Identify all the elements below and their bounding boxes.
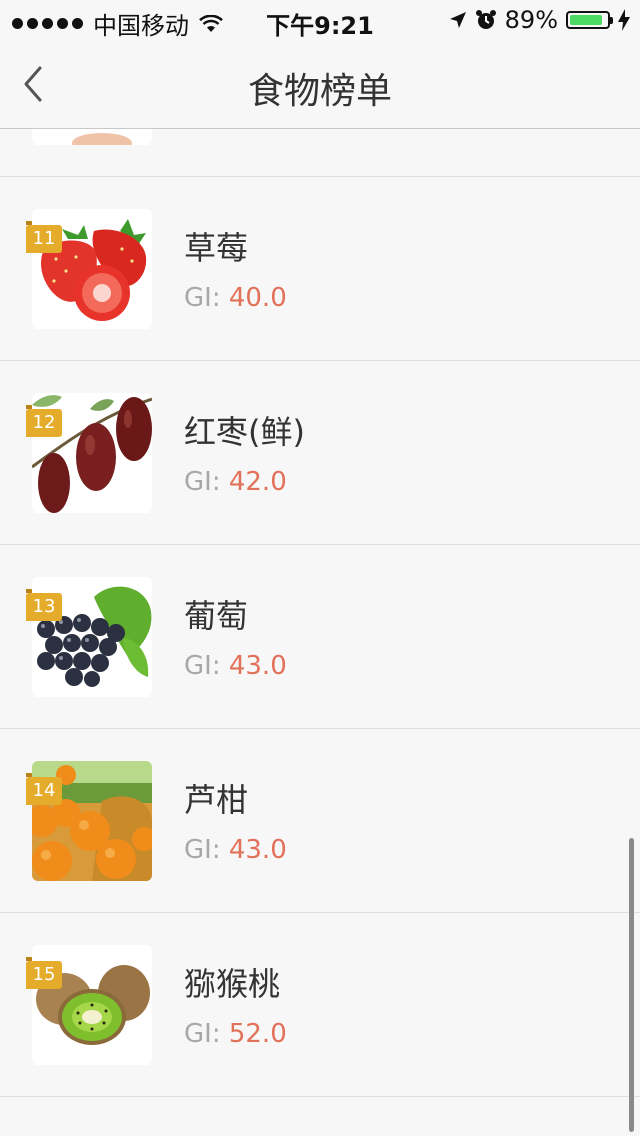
alarm-clock-icon [475,10,496,29]
food-name: 葡萄 [184,597,249,635]
food-name: 猕猴桃 [184,965,281,1003]
scrollbar[interactable] [629,838,634,1132]
list-item[interactable]: 14 芦柑 GI: 43.0 [0,729,640,913]
gi-label: GI: [184,651,229,681]
rank-badge: 12 [26,405,62,437]
battery-percent: 89% [504,6,558,34]
food-ranking-list[interactable]: 11 草莓 GI: 40.0 12 红枣(鲜) GI: 42.0 13 葡萄 G… [0,129,640,1136]
gi-value: 43.0 [228,651,287,681]
list-item[interactable]: 13 葡萄 GI: 43.0 [0,545,640,729]
page-title: 食物榜单 [247,71,392,112]
battery-icon [566,11,613,29]
food-thumbnail [32,129,152,145]
gi-value: 43.0 [228,835,287,865]
rank-badge: 14 [26,773,62,805]
gi-label: GI: [184,835,229,865]
food-name: 草莓 [184,229,249,267]
list-item[interactable]: 15 猕猴桃 GI: 52.0 [0,913,640,1097]
gi-value-label: GI: 52.0 [184,1019,287,1049]
rank-badge: 15 [26,957,62,989]
list-item[interactable] [0,129,640,177]
gi-value: 40.0 [228,283,287,313]
gi-value-label: GI: 40.0 [184,283,287,313]
food-name: 红枣(鲜) [184,413,305,451]
gi-label: GI: [184,1019,229,1049]
gi-value-label: GI: 43.0 [184,835,287,865]
battery-level-fill [570,15,602,25]
charging-bolt-icon [618,9,630,31]
food-name: 芦柑 [184,781,249,819]
list-item[interactable]: 12 红枣(鲜) GI: 42.0 [0,361,640,545]
list-item[interactable]: 11 草莓 GI: 40.0 [0,177,640,361]
status-right: 89% [449,6,630,34]
navigation-bar: 食物榜单 [0,40,640,129]
gi-value-label: GI: 43.0 [184,651,287,681]
rank-badge: 13 [26,589,62,621]
list-content: 11 草莓 GI: 40.0 12 红枣(鲜) GI: 42.0 13 葡萄 G… [0,129,640,1097]
location-arrow-icon [449,12,466,28]
gi-label: GI: [184,283,229,313]
food-image-icon [72,133,132,145]
gi-label: GI: [184,467,229,497]
gi-value: 42.0 [228,467,287,497]
gi-value: 52.0 [228,1019,287,1049]
rank-badge: 11 [26,221,62,253]
gi-value-label: GI: 42.0 [184,467,287,497]
status-bar: 中国移动 下午9:21 89% [0,0,640,40]
